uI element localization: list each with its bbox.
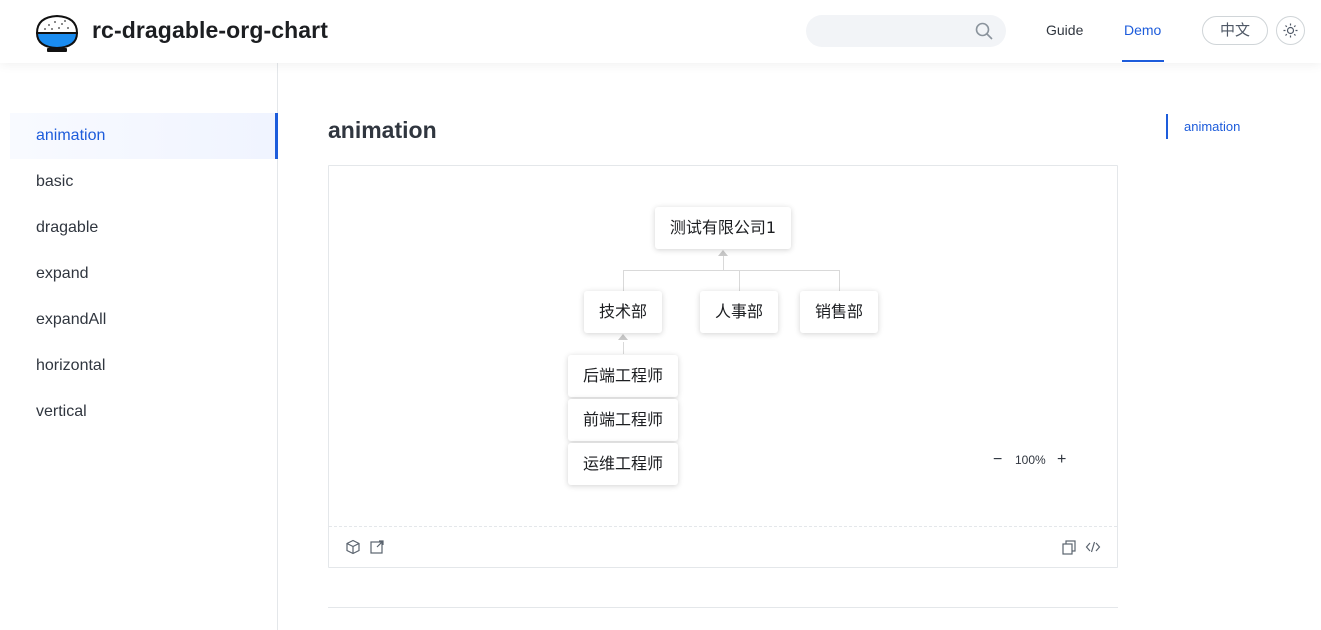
- zoom-in-button[interactable]: +: [1057, 451, 1066, 469]
- org-node-role[interactable]: 前端工程师: [568, 399, 678, 441]
- org-chart-canvas[interactable]: 测试有限公司1 技术部 人事部 销售部 后端工程师 前端工程师 运维工程师 − …: [329, 166, 1117, 527]
- org-node-dept[interactable]: 销售部: [800, 291, 878, 333]
- connector-line: [739, 270, 740, 291]
- logo-icon[interactable]: [35, 11, 79, 53]
- sidebar-item-expand[interactable]: expand: [10, 251, 278, 297]
- demo-container: 测试有限公司1 技术部 人事部 销售部 后端工程师 前端工程师 运维工程师 − …: [328, 165, 1118, 568]
- nav-demo[interactable]: Demo: [1124, 22, 1161, 38]
- search-input[interactable]: [806, 15, 1006, 47]
- nav-guide[interactable]: Guide: [1046, 22, 1083, 38]
- page-title: animation: [328, 117, 437, 143]
- org-node-root[interactable]: 测试有限公司1: [655, 207, 791, 249]
- connector-line: [623, 270, 840, 271]
- toc-active-indicator: [1166, 114, 1168, 139]
- sidebar-item-dragable[interactable]: dragable: [10, 205, 278, 251]
- site-title[interactable]: rc-dragable-org-chart: [92, 17, 328, 44]
- sidebar-item-expandall[interactable]: expandAll: [10, 297, 278, 343]
- codesandbox-icon[interactable]: [345, 539, 361, 555]
- copy-icon[interactable]: [1061, 539, 1077, 555]
- arrow-up-icon: [618, 334, 628, 340]
- code-icon[interactable]: [1085, 539, 1101, 555]
- arrow-up-icon: [718, 250, 728, 256]
- connector-line: [839, 270, 840, 291]
- content-divider: [328, 607, 1118, 608]
- org-node-dept[interactable]: 技术部: [584, 291, 662, 333]
- open-external-icon[interactable]: [369, 539, 385, 555]
- connector-line: [623, 342, 624, 354]
- org-node-role[interactable]: 运维工程师: [568, 443, 678, 485]
- connector-line: [623, 270, 624, 291]
- sidebar-item-animation[interactable]: animation: [10, 113, 278, 159]
- sidebar-item-horizontal[interactable]: horizontal: [10, 343, 278, 389]
- search-icon: [975, 22, 993, 40]
- language-switch-button[interactable]: 中文: [1202, 16, 1268, 45]
- org-node-dept[interactable]: 人事部: [700, 291, 778, 333]
- nav-active-indicator: [1122, 60, 1164, 62]
- sidebar-item-basic[interactable]: basic: [10, 159, 278, 205]
- zoom-out-button[interactable]: −: [993, 451, 1002, 469]
- top-header: rc-dragable-org-chart Guide Demo 中文: [0, 0, 1321, 63]
- zoom-level: 100%: [1015, 453, 1046, 467]
- sidebar-item-vertical[interactable]: vertical: [10, 389, 278, 435]
- sidebar: animation basic dragable expand expandAl…: [0, 63, 278, 630]
- toc-item-animation[interactable]: animation: [1184, 119, 1240, 134]
- theme-toggle-button[interactable]: [1276, 16, 1305, 45]
- sun-icon: [1283, 23, 1298, 38]
- demo-action-bar: [329, 527, 1117, 567]
- org-node-role[interactable]: 后端工程师: [568, 355, 678, 397]
